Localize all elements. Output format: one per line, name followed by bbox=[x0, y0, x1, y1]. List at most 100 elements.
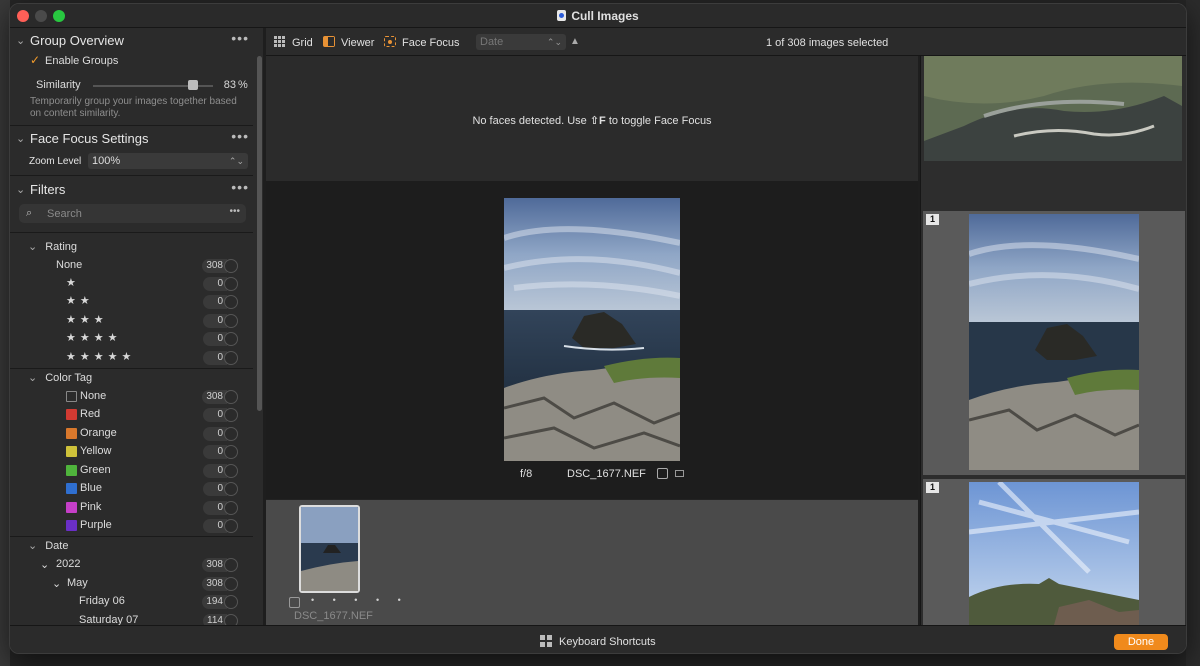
similarity-value[interactable]: 83 bbox=[212, 79, 236, 91]
filmstrip-thumbnail[interactable] bbox=[299, 505, 360, 593]
rating-row-4-star[interactable]: ★★★★ 0 bbox=[10, 330, 253, 348]
filter-toggle[interactable] bbox=[224, 482, 238, 496]
filter-toggle[interactable] bbox=[224, 332, 238, 346]
grid-view-button[interactable]: Grid bbox=[274, 36, 313, 49]
group-overview-description: Temporarily group your images together b… bbox=[30, 96, 237, 119]
color-swatch-purple bbox=[66, 520, 77, 531]
star-rating-icons: ★ bbox=[66, 277, 80, 289]
color-swatch-orange bbox=[66, 428, 77, 439]
color-tag-row-purple[interactable]: Purple 0 bbox=[10, 517, 253, 535]
date-group-header[interactable]: ⌄ Date bbox=[28, 539, 68, 552]
stepper-icon: ⌃⌄ bbox=[228, 156, 244, 166]
group-card[interactable]: 1 bbox=[923, 211, 1185, 475]
coastal-rock-photo bbox=[504, 198, 680, 461]
main-photo[interactable] bbox=[504, 198, 680, 461]
date-row-day[interactable]: Saturday 07 114 bbox=[10, 612, 253, 625]
date-row-year[interactable]: ⌄ 2022 308 bbox=[10, 556, 253, 574]
color-tag-group-header[interactable]: ⌄ Color Tag bbox=[28, 371, 92, 384]
info-icon[interactable] bbox=[675, 470, 684, 477]
aperture-value: f/8 bbox=[520, 468, 533, 480]
filter-toggle[interactable] bbox=[224, 427, 238, 441]
filmstrip: • • • • • DSC_1677.NEF bbox=[266, 499, 918, 625]
filmstrip-select-checkbox[interactable] bbox=[289, 597, 300, 608]
color-tag-row-yellow[interactable]: Yellow 0 bbox=[10, 443, 253, 461]
filter-toggle[interactable] bbox=[224, 464, 238, 478]
sort-select[interactable]: Date ⌃⌄ bbox=[476, 34, 566, 50]
color-swatch-yellow bbox=[66, 446, 77, 457]
group-column: 1 1 bbox=[920, 56, 1186, 625]
keyboard-icon bbox=[540, 635, 553, 647]
face-focus-pane: No faces detected. Use ⇧F to toggle Face… bbox=[266, 56, 918, 181]
group-number-badge: 1 bbox=[926, 214, 939, 225]
group-overview-header[interactable]: ⌄ Group Overview ••• bbox=[10, 30, 253, 54]
zoom-level-select[interactable]: 100% ⌃⌄ bbox=[88, 153, 248, 169]
rating-dots[interactable]: • • • • • bbox=[311, 595, 409, 605]
select-checkbox[interactable] bbox=[657, 468, 668, 479]
group-card[interactable]: 1 bbox=[923, 479, 1185, 625]
title-bar: Cull Images bbox=[10, 4, 1186, 28]
filter-toggle[interactable] bbox=[224, 519, 238, 533]
group-overview-more-button[interactable]: ••• bbox=[231, 30, 249, 46]
rating-row-3-star[interactable]: ★★★ 0 bbox=[10, 312, 253, 330]
filter-toggle[interactable] bbox=[224, 390, 238, 404]
done-button[interactable]: Done bbox=[1114, 634, 1168, 650]
filter-toggle[interactable] bbox=[224, 614, 238, 625]
search-options-button[interactable]: ••• bbox=[229, 206, 240, 217]
filters-more-button[interactable]: ••• bbox=[231, 179, 249, 195]
filter-toggle[interactable] bbox=[224, 501, 238, 515]
filter-toggle[interactable] bbox=[224, 445, 238, 459]
rating-row-1-star[interactable]: ★ 0 bbox=[10, 275, 253, 293]
filter-search-input[interactable] bbox=[47, 206, 217, 221]
checkmark-icon: ✓ bbox=[30, 53, 41, 67]
face-focus-settings-header[interactable]: ⌄ Face Focus Settings ••• bbox=[10, 128, 253, 152]
search-icon: ⌕ bbox=[26, 207, 33, 219]
keyboard-shortcuts-button[interactable]: Keyboard Shortcuts bbox=[540, 635, 656, 648]
chevron-down-icon: ⌄ bbox=[28, 540, 38, 552]
color-swatch-none bbox=[66, 391, 77, 402]
rating-group-header[interactable]: ⌄ Rating bbox=[28, 240, 77, 253]
color-tag-row-red[interactable]: Red 0 bbox=[10, 406, 253, 424]
filter-toggle[interactable] bbox=[224, 295, 238, 309]
similarity-slider-thumb[interactable] bbox=[187, 80, 198, 90]
viewer-filename: DSC_1677.NEF bbox=[567, 468, 646, 480]
filter-toggle[interactable] bbox=[224, 558, 238, 572]
rating-row-2-star[interactable]: ★★ 0 bbox=[10, 293, 253, 311]
filter-toggle[interactable] bbox=[224, 259, 238, 273]
stepper-icon: ⌃⌄ bbox=[546, 37, 562, 47]
rating-row-5-star[interactable]: ★★★★★ 0 bbox=[10, 349, 253, 367]
color-tag-row-green[interactable]: Green 0 bbox=[10, 462, 253, 480]
viewer-view-button[interactable]: Viewer bbox=[323, 36, 374, 49]
face-focus-button[interactable]: Face Focus bbox=[384, 36, 459, 49]
filmstrip-filename: DSC_1677.NEF bbox=[294, 610, 373, 622]
color-tag-row-pink[interactable]: Pink 0 bbox=[10, 499, 253, 517]
filter-toggle[interactable] bbox=[224, 408, 238, 422]
clifftop-photo bbox=[969, 482, 1139, 625]
color-swatch-blue bbox=[66, 483, 77, 494]
enable-groups-checkbox[interactable]: ✓ Enable Groups bbox=[30, 53, 118, 67]
grid-icon bbox=[274, 36, 286, 47]
filter-toggle[interactable] bbox=[224, 277, 238, 291]
bottom-bar: Keyboard Shortcuts Done bbox=[10, 625, 1186, 653]
color-tag-row-orange[interactable]: Orange 0 bbox=[10, 425, 253, 443]
rating-row-none[interactable]: None 308 bbox=[10, 257, 253, 275]
date-row-month[interactable]: ⌄ May 308 bbox=[10, 575, 253, 593]
selection-status: 1 of 308 images selected bbox=[766, 37, 889, 49]
chevron-down-icon: ⌄ bbox=[16, 35, 26, 47]
coastal-rock-photo bbox=[969, 214, 1139, 470]
sidebar-scrollbar[interactable] bbox=[257, 56, 262, 411]
color-tag-row-none[interactable]: None 308 bbox=[10, 388, 253, 406]
group-preview[interactable] bbox=[924, 56, 1182, 161]
similarity-unit: % bbox=[238, 79, 248, 91]
date-row-day[interactable]: Friday 06 194 bbox=[10, 593, 253, 611]
window-title: Cull Images bbox=[10, 9, 1186, 23]
chevron-down-icon: ⌄ bbox=[40, 559, 50, 571]
color-tag-row-blue[interactable]: Blue 0 bbox=[10, 480, 253, 498]
thumbnail-photo bbox=[301, 507, 358, 591]
sort-direction-icon[interactable]: ▲ bbox=[570, 36, 580, 47]
filter-toggle[interactable] bbox=[224, 595, 238, 609]
filter-toggle[interactable] bbox=[224, 314, 238, 328]
filter-toggle[interactable] bbox=[224, 577, 238, 591]
face-focus-settings-more-button[interactable]: ••• bbox=[231, 128, 249, 144]
filter-toggle[interactable] bbox=[224, 351, 238, 365]
filters-header[interactable]: ⌄ Filters ••• bbox=[10, 179, 253, 203]
